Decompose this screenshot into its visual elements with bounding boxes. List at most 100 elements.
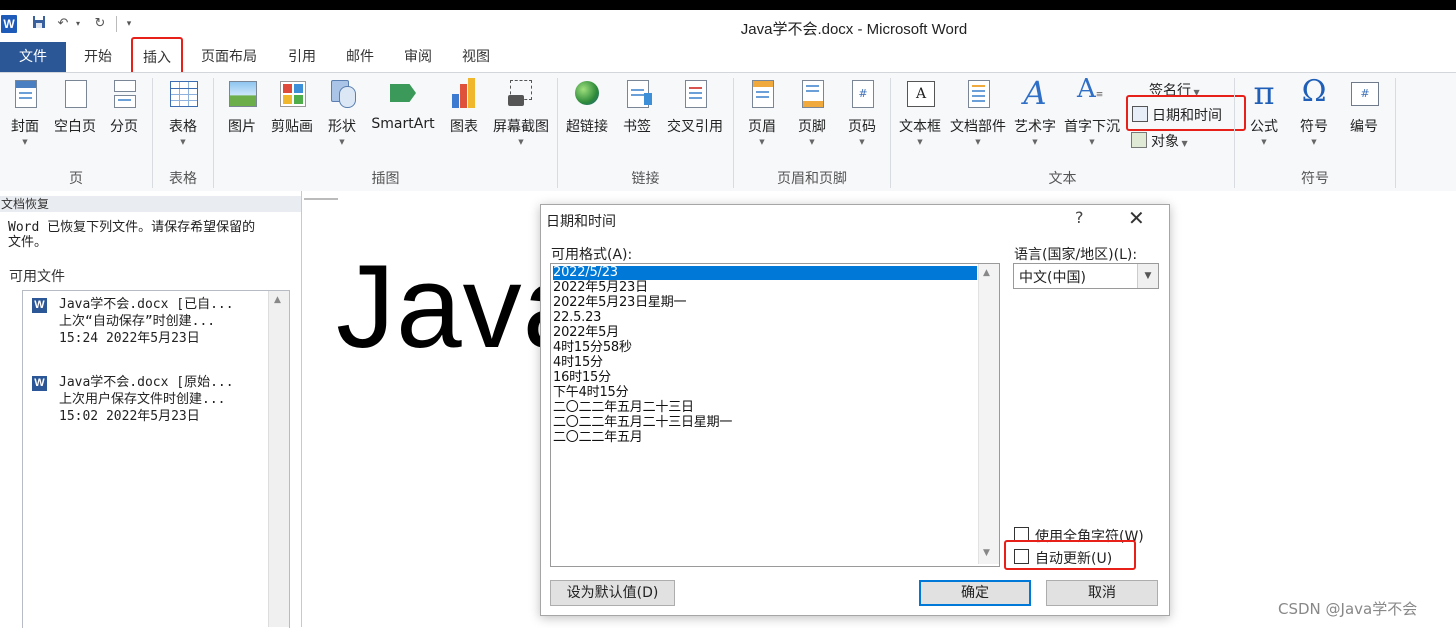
textbox-button[interactable]: A 文本框 ▼ bbox=[895, 78, 945, 148]
picture-button[interactable]: 图片 bbox=[222, 78, 262, 136]
footer-label: 页脚 bbox=[798, 119, 826, 135]
smartart-icon bbox=[388, 78, 418, 110]
cover-page-icon bbox=[10, 78, 40, 110]
shapes-button[interactable]: 形状 ▼ bbox=[322, 78, 362, 148]
wordart-button[interactable]: A 艺术字 ▼ bbox=[1011, 74, 1059, 148]
dropcap-icon: A≡ bbox=[1077, 74, 1104, 104]
chevron-down-icon: ▼ bbox=[518, 138, 524, 146]
equation-button[interactable]: π 公式 ▼ bbox=[1244, 74, 1284, 148]
page-break-button[interactable]: 分页 bbox=[104, 78, 144, 136]
chevron-down-icon: ▼ bbox=[859, 138, 865, 146]
tab-review[interactable]: 审阅 bbox=[396, 42, 440, 72]
clipart-icon bbox=[277, 78, 307, 110]
symbol-button[interactable]: Ω 符号 ▼ bbox=[1294, 74, 1334, 148]
chevron-down-icon[interactable]: ▼ bbox=[1137, 264, 1158, 288]
equation-label: 公式 bbox=[1250, 119, 1278, 135]
tab-home[interactable]: 开始 bbox=[76, 42, 120, 72]
language-select[interactable]: 中文(中国) ▼ bbox=[1013, 263, 1159, 289]
format-option[interactable]: 2022年5月 bbox=[553, 326, 977, 340]
recovery-message: Word 已恢复下列文件。请保存希望保留的 文件。 bbox=[8, 220, 296, 250]
footer-icon bbox=[797, 78, 827, 110]
top-taskbar-strip bbox=[0, 0, 1456, 10]
tab-mailings[interactable]: 邮件 bbox=[338, 42, 382, 72]
group-pages-label: 页 bbox=[69, 171, 83, 187]
hyperlink-button[interactable]: 超链接 bbox=[562, 78, 612, 136]
footer-button[interactable]: 页脚 ▼ bbox=[792, 78, 832, 148]
quick-parts-button[interactable]: 文档部件 ▼ bbox=[947, 78, 1009, 148]
group-links-label: 链接 bbox=[631, 171, 660, 187]
tab-references[interactable]: 引用 bbox=[280, 42, 324, 72]
cross-reference-button[interactable]: 交叉引用 bbox=[662, 78, 728, 136]
tab-page-layout[interactable]: 页面布局 bbox=[194, 42, 264, 72]
dropcap-button[interactable]: A≡ 首字下沉 ▼ bbox=[1061, 74, 1123, 148]
chevron-down-icon: ▼ bbox=[339, 138, 345, 146]
date-time-button[interactable]: 日期和时间 bbox=[1132, 105, 1222, 125]
formats-scrollbar[interactable]: ▲ ▼ bbox=[978, 264, 999, 564]
chevron-down-icon: ▼ bbox=[1311, 138, 1317, 146]
tab-insert[interactable]: 插入 bbox=[131, 37, 183, 75]
help-icon[interactable]: ? bbox=[1075, 208, 1084, 227]
screenshot-button[interactable]: 屏幕截图 ▼ bbox=[488, 78, 554, 148]
format-option[interactable]: 22.5.23 bbox=[553, 311, 977, 325]
format-option[interactable]: 16时15分 bbox=[553, 371, 977, 385]
page-break-icon bbox=[109, 78, 139, 110]
page-number-button[interactable]: # 页码 ▼ bbox=[842, 78, 882, 148]
quick-parts-label: 文档部件 bbox=[950, 119, 1006, 135]
bookmark-button[interactable]: 书签 bbox=[618, 78, 656, 136]
numbering-icon: # bbox=[1349, 78, 1379, 110]
recovered-files-scrollbar[interactable]: ▲ bbox=[268, 291, 289, 627]
scroll-up-icon[interactable]: ▲ bbox=[983, 268, 990, 278]
smartart-button[interactable]: SmartArt bbox=[366, 78, 440, 132]
wordart-icon: A bbox=[1023, 74, 1047, 112]
format-option[interactable]: 二〇二二年五月二十三日 bbox=[553, 401, 977, 415]
format-option[interactable]: 4时15分 bbox=[553, 356, 977, 370]
group-separator bbox=[1395, 78, 1396, 188]
blank-page-button[interactable]: 空白页 bbox=[50, 78, 100, 136]
numbering-button[interactable]: # 编号 bbox=[1344, 78, 1384, 136]
cancel-button[interactable]: 取消 bbox=[1046, 580, 1158, 606]
group-text-label: 文本 bbox=[1048, 171, 1077, 187]
object-button[interactable]: 对象 ▼ bbox=[1131, 131, 1188, 151]
cover-page-button[interactable]: 封面 ▼ bbox=[4, 78, 46, 148]
formats-listbox[interactable]: 2022/5/23 2022年5月23日 2022年5月23日星期一 22.5.23 2… bbox=[550, 263, 1000, 567]
format-option[interactable]: 4时15分58秒 bbox=[553, 341, 977, 355]
chevron-down-icon: ▼ bbox=[1089, 138, 1095, 146]
auto-update-checkbox-label[interactable]: 自动更新(U) bbox=[1035, 548, 1112, 568]
ok-button[interactable]: 确定 bbox=[919, 580, 1031, 606]
hyperlink-label: 超链接 bbox=[566, 119, 608, 135]
clipart-button[interactable]: 剪贴画 bbox=[266, 78, 318, 136]
format-option[interactable]: 2022年5月23日 bbox=[553, 281, 977, 295]
auto-update-checkbox[interactable] bbox=[1014, 549, 1029, 564]
tab-view[interactable]: 视图 bbox=[454, 42, 498, 72]
table-button[interactable]: 表格 ▼ bbox=[162, 78, 204, 148]
group-tables-label: 表格 bbox=[169, 171, 197, 187]
format-option[interactable]: 下午4时15分 bbox=[553, 386, 977, 400]
bookmark-icon bbox=[622, 78, 652, 110]
file-name: Java学不会.docx [已自... bbox=[59, 297, 234, 312]
header-button[interactable]: 页眉 ▼ bbox=[742, 78, 782, 148]
chevron-down-icon: ▼ bbox=[975, 138, 981, 146]
close-icon[interactable]: ✕ bbox=[1128, 206, 1145, 230]
recovery-pane-header: 文档恢复 bbox=[0, 196, 301, 212]
scroll-down-icon[interactable]: ▼ bbox=[983, 548, 990, 558]
page-number-icon: # bbox=[847, 78, 877, 110]
format-option[interactable]: 二〇二二年五月 bbox=[553, 431, 977, 445]
dialog-title: 日期和时间 bbox=[546, 214, 616, 230]
header-label: 页眉 bbox=[748, 119, 776, 135]
chevron-down-icon: ▼ bbox=[759, 138, 765, 146]
set-default-button[interactable]: 设为默认值(D) bbox=[550, 580, 675, 606]
format-option[interactable]: 2022年5月23日星期一 bbox=[553, 296, 977, 310]
file-timestamp: 15:24 2022年5月23日 bbox=[59, 331, 200, 346]
wordart-label: 艺术字 bbox=[1014, 119, 1056, 135]
table-label: 表格 bbox=[169, 119, 197, 135]
tab-file[interactable]: 文件 bbox=[0, 42, 66, 72]
format-option[interactable]: 二〇二二年五月二十三日星期一 bbox=[553, 416, 977, 430]
blank-page-label: 空白页 bbox=[54, 119, 96, 135]
format-option[interactable]: 2022/5/23 bbox=[553, 266, 977, 280]
word-document-icon: W bbox=[32, 298, 47, 313]
blank-page-icon bbox=[60, 78, 90, 110]
scroll-up-icon[interactable]: ▲ bbox=[274, 295, 281, 305]
chart-button[interactable]: 图表 bbox=[444, 78, 484, 136]
page-break-label: 分页 bbox=[110, 119, 138, 135]
chevron-down-icon: ▼ bbox=[917, 138, 923, 146]
